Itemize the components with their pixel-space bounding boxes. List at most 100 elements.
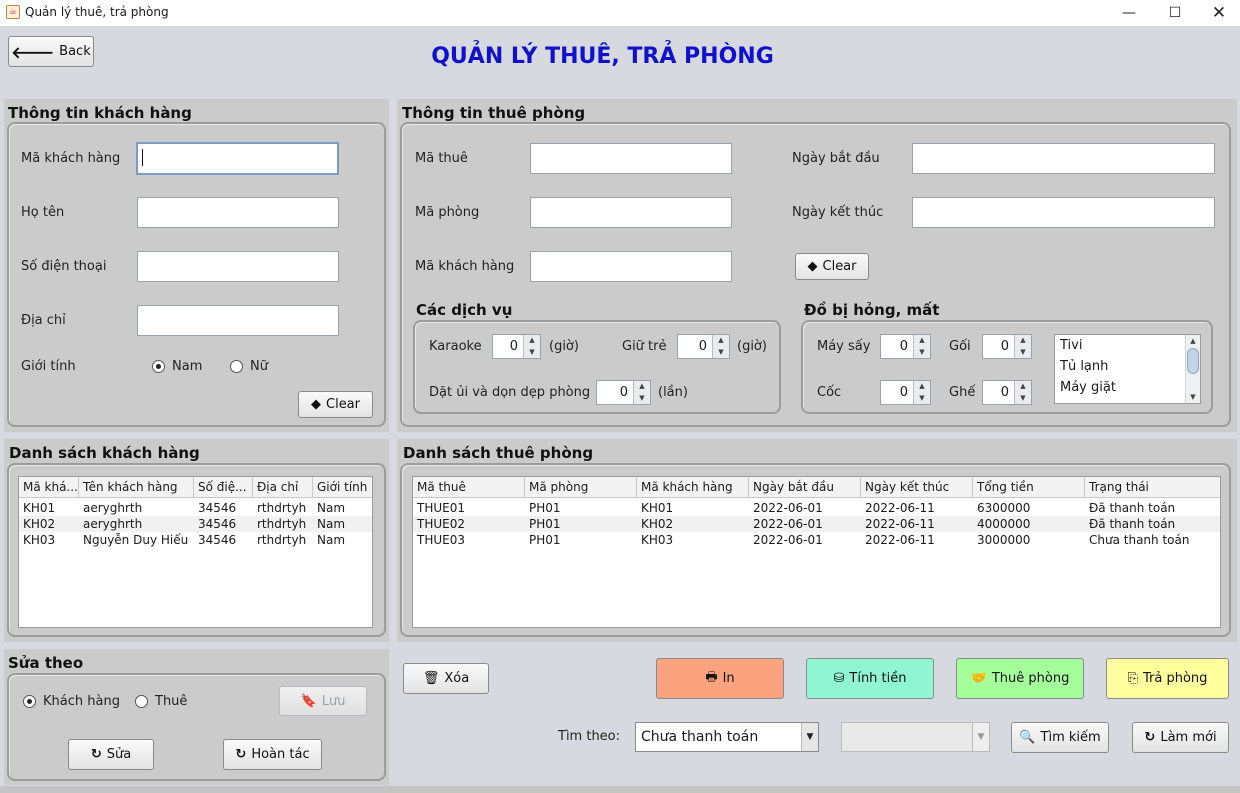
customer-clear-button[interactable]: ◆ Clear <box>298 391 373 418</box>
edit-button-label: Sửa <box>106 747 132 762</box>
chair-spinner[interactable]: 0 ▲ ▼ <box>982 380 1032 405</box>
start-date-input[interactable] <box>912 143 1215 174</box>
cup-value: 0 <box>899 385 908 400</box>
table-cell: rthdrtyh <box>257 517 307 531</box>
column-header[interactable]: Địa chỉ <box>253 477 313 498</box>
column-header[interactable]: Giới tính <box>313 477 372 498</box>
column-header[interactable]: Mã khá... <box>19 477 79 498</box>
table-cell: KH01 <box>23 501 56 515</box>
edit-by-customer-label[interactable]: Khách hàng <box>43 694 120 709</box>
chair-label: Ghế <box>949 385 976 400</box>
column-header[interactable]: Ngày kết thúc <box>861 477 973 498</box>
column-header[interactable]: Tên khách hàng <box>79 477 194 498</box>
list-item[interactable]: Tivi <box>1060 338 1082 353</box>
edit-button[interactable]: ↻ Sửa <box>68 739 154 770</box>
laundry-spinner-arrows[interactable]: ▲ ▼ <box>633 381 650 404</box>
rental-clear-button[interactable]: ◆ Clear <box>795 253 869 280</box>
chevron-down-icon[interactable]: ▼ <box>801 723 818 751</box>
back-button-label: Back <box>59 44 91 59</box>
dryer-spinner[interactable]: 0 ▲ ▼ <box>880 334 931 359</box>
table-row[interactable]: THUE03 PH01 KH03 2022-06-01 2022-06-11 3… <box>413 532 1220 548</box>
customer-name-input[interactable] <box>137 197 339 228</box>
services-title: Các dịch vụ <box>416 301 513 319</box>
column-header[interactable]: Tổng tiền <box>973 477 1085 498</box>
column-header[interactable]: Mã khách hàng <box>637 477 749 498</box>
karaoke-spinner[interactable]: 0 ▲ ▼ <box>492 334 541 359</box>
dryer-value: 0 <box>899 339 908 354</box>
childcare-spinner-arrows[interactable]: ▲ ▼ <box>712 335 729 358</box>
dryer-label: Máy sấy <box>817 339 871 354</box>
arrow-left-icon: 🡐 <box>11 42 55 62</box>
search-by-select[interactable]: Chưa thanh toán ▼ <box>635 722 819 752</box>
edit-by-title: Sửa theo <box>8 654 84 672</box>
table-row[interactable]: THUE02 PH01 KH02 2022-06-01 2022-06-11 4… <box>413 516 1220 532</box>
eraser-icon: ◆ <box>311 397 321 412</box>
list-item[interactable]: Tủ lạnh <box>1060 359 1108 374</box>
search-secondary-select[interactable]: ▼ <box>841 722 990 752</box>
chevron-down-icon[interactable]: ▼ <box>972 723 989 751</box>
customer-table[interactable]: Mã khá... Tên khách hàng Số điệ... Địa c… <box>18 476 373 628</box>
gender-female-label[interactable]: Nữ <box>250 359 268 374</box>
print-button[interactable]: 🖶 In <box>656 658 784 699</box>
delete-button[interactable]: 🗑 Xóa <box>403 663 489 694</box>
table-cell: Nam <box>317 517 346 531</box>
chair-value: 0 <box>1000 385 1009 400</box>
table-row[interactable]: THUE01 PH01 KH01 2022-06-01 2022-06-11 6… <box>413 500 1220 516</box>
refresh-icon: ↻ <box>1144 730 1156 745</box>
gender-female-radio[interactable] <box>230 360 243 373</box>
undo-button[interactable]: ↻ Hoàn tác <box>223 739 322 770</box>
column-header[interactable]: Mã thuê <box>413 477 525 498</box>
rental-id-input[interactable] <box>530 143 732 174</box>
rental-table[interactable]: Mã thuê Mã phòng Mã khách hàng Ngày bắt … <box>412 476 1221 628</box>
minimize-button[interactable]: — <box>1106 0 1152 26</box>
column-header[interactable]: Mã phòng <box>525 477 637 498</box>
customer-address-input[interactable] <box>137 305 339 336</box>
rental-list-title: Danh sách thuê phòng <box>403 444 594 462</box>
save-button[interactable]: 🔖 Lưu <box>279 686 367 716</box>
refresh-button[interactable]: ↻ Làm mới <box>1132 722 1229 753</box>
list-scrollbar[interactable]: ▲ ▼ <box>1185 335 1200 403</box>
gender-male-label[interactable]: Nam <box>172 359 202 374</box>
return-room-button[interactable]: ⎘ Trả phòng <box>1106 658 1229 699</box>
damaged-items-list[interactable]: Tivi Tủ lạnh Máy giặt ▲ ▼ <box>1054 334 1201 404</box>
customer-id-input[interactable] <box>136 142 339 175</box>
table-row[interactable]: KH02 aeryghrth 34546 rthdrtyh Nam <box>19 516 372 532</box>
dryer-spinner-arrows[interactable]: ▲ ▼ <box>913 335 930 358</box>
childcare-spinner[interactable]: 0 ▲ ▼ <box>677 334 730 359</box>
laundry-spinner[interactable]: 0 ▲ ▼ <box>596 380 651 405</box>
pillow-spinner[interactable]: 0 ▲ ▼ <box>982 334 1032 359</box>
edit-by-rental-radio[interactable] <box>135 695 148 708</box>
gender-male-radio[interactable] <box>152 360 165 373</box>
edit-by-customer-radio[interactable] <box>23 695 36 708</box>
customer-name-label: Họ tên <box>21 205 65 220</box>
edit-by-rental-label[interactable]: Thuê <box>155 694 187 709</box>
column-header[interactable]: Trạng thái <box>1085 477 1220 498</box>
search-button[interactable]: 🔍 Tìm kiếm <box>1011 722 1109 753</box>
cup-spinner-arrows[interactable]: ▲ ▼ <box>913 381 930 404</box>
back-button[interactable]: 🡐 Back <box>8 36 94 67</box>
calculate-button[interactable]: ⛁ Tính tiền <box>806 658 934 699</box>
maximize-button[interactable]: ☐ <box>1152 0 1198 26</box>
column-header[interactable]: Ngày bắt đầu <box>749 477 861 498</box>
end-date-input[interactable] <box>912 197 1215 228</box>
damaged-title: Đồ bị hỏng, mất <box>804 301 940 319</box>
pillow-spinner-arrows[interactable]: ▲ ▼ <box>1014 335 1031 358</box>
table-row[interactable]: KH01 aeryghrth 34546 rthdrtyh Nam <box>19 500 372 516</box>
customer-phone-input[interactable] <box>137 251 339 282</box>
rental-customer-id-input[interactable] <box>530 251 732 282</box>
chair-spinner-arrows[interactable]: ▲ ▼ <box>1014 381 1031 404</box>
laundry-value: 0 <box>619 385 628 400</box>
table-cell: 34546 <box>198 533 237 547</box>
list-item[interactable]: Máy giặt <box>1060 380 1116 395</box>
table-row[interactable]: KH03 Nguyễn Duy Hiếu 34546 rthdrtyh Nam <box>19 532 372 548</box>
close-button[interactable]: ✕ <box>1196 0 1240 26</box>
calculate-button-label: Tính tiền <box>849 671 907 686</box>
room-id-input[interactable] <box>530 197 732 228</box>
print-button-label: In <box>722 671 735 686</box>
table-cell: aeryghrth <box>83 501 143 515</box>
karaoke-spinner-arrows[interactable]: ▲ ▼ <box>523 335 540 358</box>
cup-spinner[interactable]: 0 ▲ ▼ <box>880 380 931 405</box>
table-cell: 2022-06-11 <box>865 533 935 547</box>
column-header[interactable]: Số điệ... <box>194 477 253 498</box>
rent-room-button[interactable]: 🤝 Thuê phòng <box>956 658 1084 699</box>
